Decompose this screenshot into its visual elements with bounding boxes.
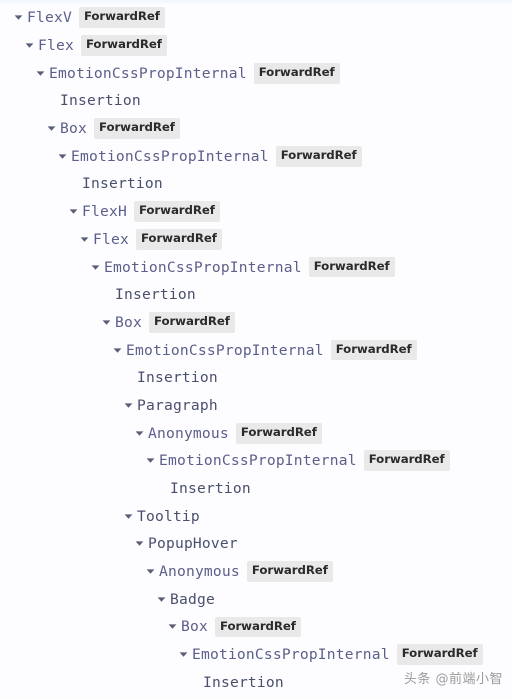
tree-row[interactable]: Flex ForwardRef [0,32,512,60]
tree-row[interactable]: EmotionCssPropInternal ForwardRef [0,641,512,669]
tree-row[interactable]: Paragraph [0,392,512,420]
chevron-down-icon[interactable] [135,419,148,447]
chevron-down-icon[interactable] [124,502,137,530]
forward-ref-badge: ForwardRef [308,256,395,278]
tree-row-indent-spacer [157,475,170,503]
forward-ref-badge: ForwardRef [135,228,222,250]
chevron-down-icon[interactable] [58,142,71,170]
component-tree[interactable]: FlexV ForwardRef Flex ForwardRef EmotionCssP… [0,0,512,699]
tree-item-name: Insertion [137,369,218,387]
tree-item-name: FlexH [82,203,127,221]
tree-row[interactable]: Anonymous ForwardRef [0,558,512,586]
tree-item-name: Insertion [82,175,163,193]
chevron-down-icon[interactable] [25,32,38,60]
tree-row[interactable]: FlexV ForwardRef [0,4,512,32]
tree-row-indent-spacer [190,669,203,697]
tree-row[interactable]: EmotionCssPropInternal ForwardRef [0,336,512,364]
tree-row[interactable]: PopupHover [0,530,512,558]
tree-row[interactable]: Insertion [0,170,512,198]
tree-item-name: Insertion [203,673,284,691]
tree-item-name: EmotionCssPropInternal [49,64,247,82]
forward-ref-badge: ForwardRef [253,62,340,84]
tree-row-indent-spacer [69,170,82,198]
chevron-down-icon[interactable] [146,558,159,586]
devtools-components-panel: FlexV ForwardRef Flex ForwardRef EmotionCssP… [0,0,512,699]
chevron-down-icon[interactable] [157,585,170,613]
tree-row[interactable]: Insertion [0,475,512,503]
tree-row-indent-spacer [47,87,60,115]
tree-item-name: Paragraph [137,396,218,414]
chevron-down-icon[interactable] [80,226,93,254]
forward-ref-badge: ForwardRef [363,450,450,472]
chevron-down-icon[interactable] [47,115,60,143]
forward-ref-badge: ForwardRef [330,339,417,361]
tree-row[interactable]: EmotionCssPropInternal ForwardRef [0,447,512,475]
tree-item-name: Anonymous [159,563,240,581]
tree-item-name: EmotionCssPropInternal [159,452,357,470]
chevron-down-icon[interactable] [113,336,126,364]
tree-row[interactable]: Tooltip [0,502,512,530]
forward-ref-badge: ForwardRef [396,644,483,666]
tree-item-name: Box [181,618,208,636]
forward-ref-badge: ForwardRef [93,118,180,139]
tree-row[interactable]: Insertion [0,87,512,115]
tree-row[interactable]: Insertion [0,669,512,697]
tree-item-name: Insertion [60,92,141,110]
tree-row-indent-spacer [102,281,115,309]
chevron-down-icon[interactable] [135,530,148,558]
forward-ref-badge: ForwardRef [148,312,235,333]
tree-item-name: Anonymous [148,424,229,442]
tree-item-name: EmotionCssPropInternal [126,341,324,359]
tree-item-name: EmotionCssPropInternal [71,147,269,165]
tree-row[interactable]: FlexH ForwardRef [0,198,512,226]
tree-row[interactable]: Box ForwardRef [0,309,512,337]
chevron-down-icon[interactable] [91,253,104,281]
forward-ref-badge: ForwardRef [235,422,322,444]
tree-row-indent-spacer [124,364,137,392]
tree-item-name: Flex [38,37,74,55]
tree-row[interactable]: EmotionCssPropInternal ForwardRef [0,59,512,87]
tree-item-name: Tooltip [137,507,200,525]
tree-item-name: Box [115,313,142,331]
forward-ref-badge: ForwardRef [214,616,301,638]
tree-item-name: Box [60,120,87,138]
chevron-down-icon[interactable] [124,392,137,420]
chevron-down-icon[interactable] [102,309,115,337]
forward-ref-badge: ForwardRef [78,7,165,29]
tree-row[interactable]: EmotionCssPropInternal ForwardRef [0,142,512,170]
tree-row[interactable]: Badge [0,585,512,613]
chevron-down-icon[interactable] [14,4,27,32]
tree-item-name: Insertion [170,480,251,498]
chevron-down-icon[interactable] [36,59,49,87]
tree-item-name: Insertion [115,286,196,304]
tree-item-name: EmotionCssPropInternal [192,646,390,664]
tree-row[interactable]: Insertion [0,364,512,392]
chevron-down-icon[interactable] [146,447,159,475]
tree-item-name: Badge [170,590,215,608]
tree-item-name: Flex [93,230,129,248]
forward-ref-badge: ForwardRef [80,35,167,56]
chevron-down-icon[interactable] [69,198,82,226]
tree-row[interactable]: EmotionCssPropInternal ForwardRef [0,253,512,281]
tree-item-name: EmotionCssPropInternal [104,258,302,276]
chevron-down-icon[interactable] [168,613,181,641]
chevron-down-icon[interactable] [179,641,192,669]
tree-item-name: FlexV [27,9,72,27]
tree-row[interactable]: Anonymous ForwardRef [0,419,512,447]
forward-ref-badge: ForwardRef [275,145,362,167]
tree-item-name: PopupHover [148,535,238,553]
forward-ref-badge: ForwardRef [133,201,220,223]
tree-row[interactable]: Flex ForwardRef [0,226,512,254]
tree-row[interactable]: Box ForwardRef [0,613,512,641]
tree-row[interactable]: Box ForwardRef [0,115,512,143]
forward-ref-badge: ForwardRef [246,561,333,582]
tree-row[interactable]: Insertion [0,281,512,309]
